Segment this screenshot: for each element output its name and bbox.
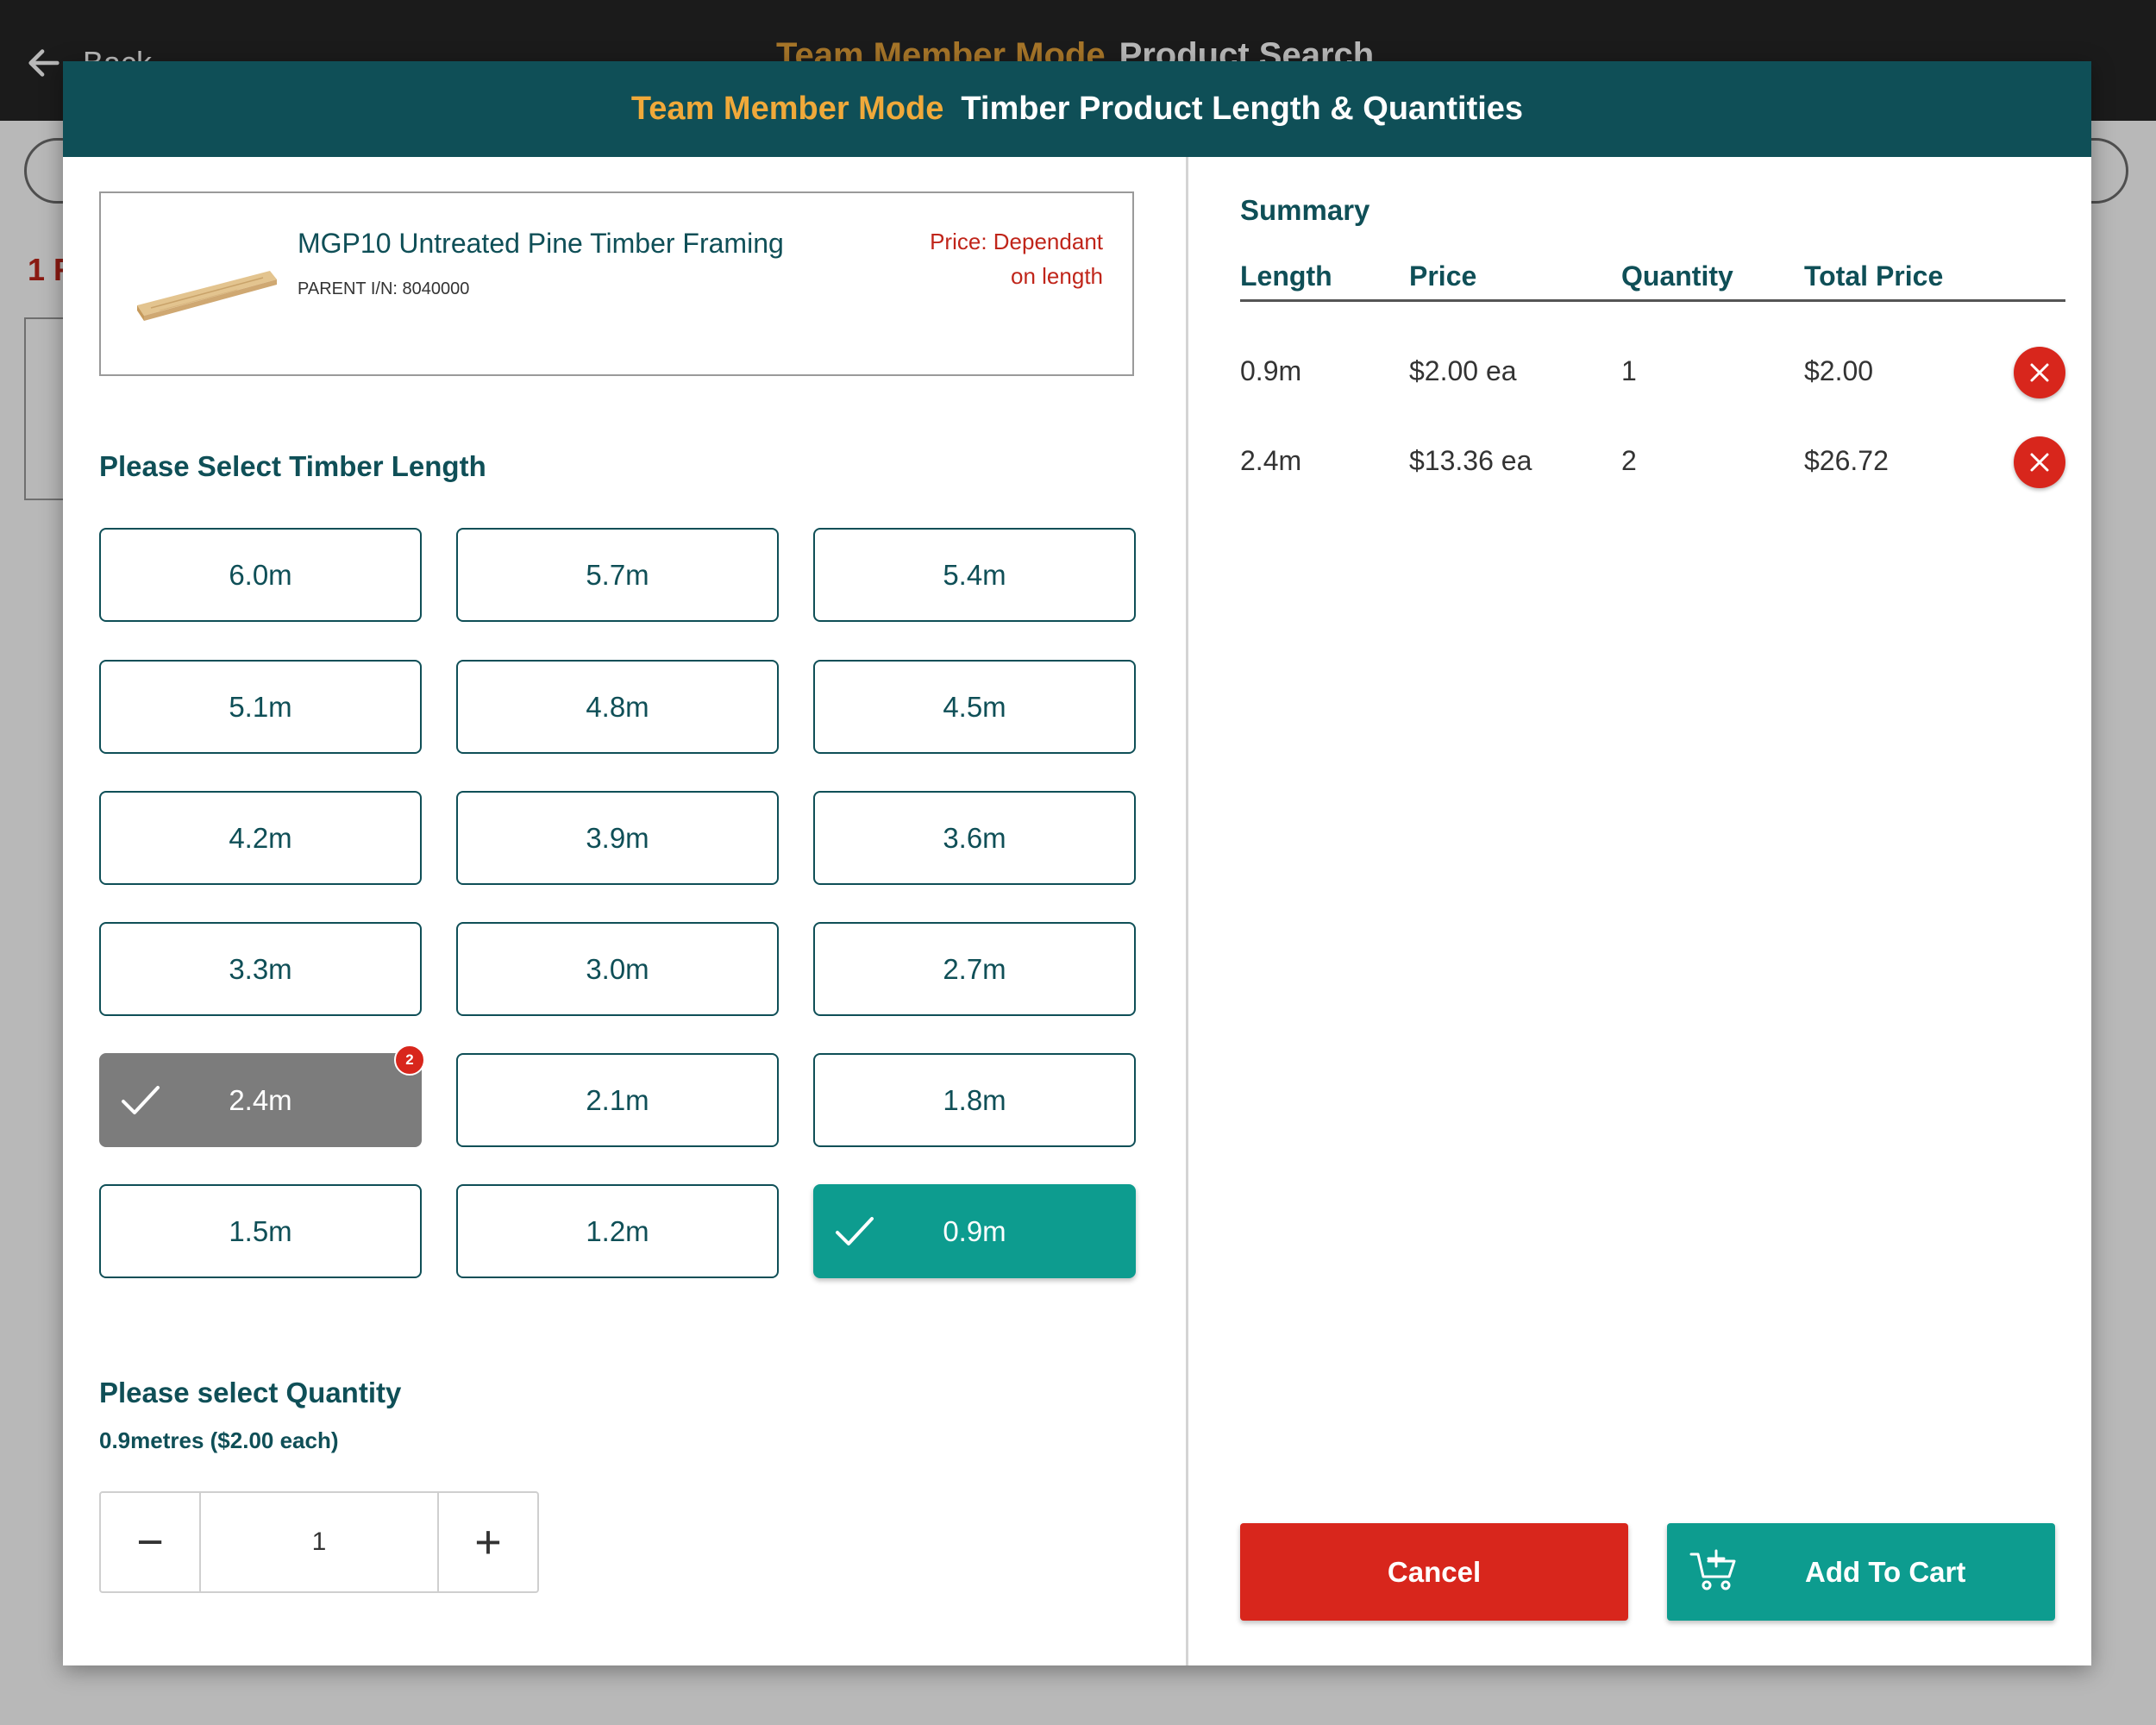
cancel-button[interactable]: Cancel	[1240, 1523, 1628, 1621]
row-total: $26.72	[1804, 445, 1889, 476]
add-to-cart-label: Add To Cart	[1805, 1555, 1966, 1588]
length-label: 1.2m	[586, 1214, 649, 1247]
row-length: 0.9m	[1240, 355, 1302, 386]
product-price-note: Price: Dependant on length	[905, 224, 1103, 293]
product-name: MGP10 Untreated Pine Timber Framing	[298, 228, 784, 259]
length-label: 2.4m	[229, 1083, 292, 1116]
quantity-section-title: Please select Quantity	[99, 1377, 402, 1408]
length-option-2.1m[interactable]: 2.1m	[456, 1053, 779, 1147]
remove-row-button[interactable]	[2014, 347, 2065, 398]
timber-length-modal: Team Member Mode Timber Product Length &…	[63, 61, 2091, 1665]
length-label: 4.2m	[229, 821, 292, 854]
modal-body: MGP10 Untreated Pine Timber Framing PARE…	[63, 157, 2091, 1665]
length-option-0.9m[interactable]: 0.9m	[813, 1184, 1136, 1278]
timber-image	[137, 271, 277, 321]
row-quantity: 1	[1621, 355, 1637, 386]
modal-header-title: Timber Product Length & Quantities	[961, 91, 1524, 127]
length-label: 4.5m	[943, 690, 1006, 723]
decrement-button[interactable]: −	[101, 1493, 201, 1591]
summary-title: Summary	[1240, 194, 1370, 226]
length-label: 3.9m	[586, 821, 649, 854]
length-option-4.2m[interactable]: 4.2m	[99, 791, 422, 885]
cart-add-icon	[1689, 1549, 1736, 1590]
close-icon	[2030, 363, 2049, 382]
length-label: 5.7m	[586, 558, 649, 591]
quantity-stepper: − 1 +	[99, 1491, 539, 1593]
length-option-3.6m[interactable]: 3.6m	[813, 791, 1136, 885]
product-card: MGP10 Untreated Pine Timber Framing PARE…	[99, 191, 1134, 376]
close-icon	[2030, 453, 2049, 472]
summary-table-header: Length Price Quantity Total Price	[1240, 260, 2065, 302]
column-total-price: Total Price	[1804, 260, 1944, 292]
length-option-3.0m[interactable]: 3.0m	[456, 922, 779, 1016]
summary-row: 0.9m $2.00 ea 1 $2.00	[1240, 343, 2065, 404]
length-label: 0.9m	[943, 1214, 1006, 1247]
remove-row-button[interactable]	[2014, 436, 2065, 488]
price-line-2: on length	[1011, 263, 1103, 289]
length-label: 1.5m	[229, 1214, 292, 1247]
length-label: 3.6m	[943, 821, 1006, 854]
checkmark-icon	[122, 1086, 160, 1114]
length-label: 2.1m	[586, 1083, 649, 1116]
length-label: 3.3m	[229, 952, 292, 985]
row-total: $2.00	[1804, 355, 1874, 386]
price-line-1: Price: Dependant	[930, 229, 1103, 254]
modal-header-mode: Team Member Mode	[630, 91, 944, 127]
row-length: 2.4m	[1240, 445, 1302, 476]
product-parent-number: PARENT I/N: 8040000	[298, 279, 470, 298]
increment-button[interactable]: +	[437, 1493, 537, 1591]
length-label: 6.0m	[229, 558, 292, 591]
column-price: Price	[1409, 260, 1477, 292]
length-option-5.1m[interactable]: 5.1m	[99, 660, 422, 754]
length-option-1.8m[interactable]: 1.8m	[813, 1053, 1136, 1147]
length-option-1.2m[interactable]: 1.2m	[456, 1184, 779, 1278]
length-option-6.0m[interactable]: 6.0m	[99, 528, 422, 622]
row-price: $13.36 ea	[1409, 445, 1532, 476]
length-option-5.7m[interactable]: 5.7m	[456, 528, 779, 622]
column-length: Length	[1240, 260, 1332, 292]
length-label: 1.8m	[943, 1083, 1006, 1116]
length-label: 5.4m	[943, 558, 1006, 591]
length-label: 4.8m	[586, 690, 649, 723]
length-section-title: Please Select Timber Length	[99, 450, 486, 482]
summary-row: 2.4m $13.36 ea 2 $26.72	[1240, 433, 2065, 493]
length-label: 3.0m	[586, 952, 649, 985]
length-option-3.9m[interactable]: 3.9m	[456, 791, 779, 885]
length-option-5.4m[interactable]: 5.4m	[813, 528, 1136, 622]
length-option-2.4m[interactable]: 2.4m 2	[99, 1044, 425, 1147]
row-quantity: 2	[1621, 445, 1637, 476]
length-label: 2.7m	[943, 952, 1006, 985]
length-option-2.7m[interactable]: 2.7m	[813, 922, 1136, 1016]
quantity-input[interactable]: 1	[201, 1493, 437, 1591]
quantity-subtitle: 0.9metres ($2.00 each)	[99, 1427, 339, 1453]
add-to-cart-button[interactable]: Add To Cart	[1667, 1523, 2055, 1621]
length-label: 5.1m	[229, 690, 292, 723]
length-option-3.3m[interactable]: 3.3m	[99, 922, 422, 1016]
column-quantity: Quantity	[1621, 260, 1733, 292]
panel-divider	[1186, 157, 1188, 1665]
quantity-badge: 2	[394, 1044, 425, 1076]
length-option-4.5m[interactable]: 4.5m	[813, 660, 1136, 754]
modal-header: Team Member Mode Timber Product Length &…	[63, 61, 2091, 157]
length-option-1.5m[interactable]: 1.5m	[99, 1184, 422, 1278]
row-price: $2.00 ea	[1409, 355, 1517, 386]
checkmark-icon	[836, 1217, 874, 1245]
length-option-4.8m[interactable]: 4.8m	[456, 660, 779, 754]
